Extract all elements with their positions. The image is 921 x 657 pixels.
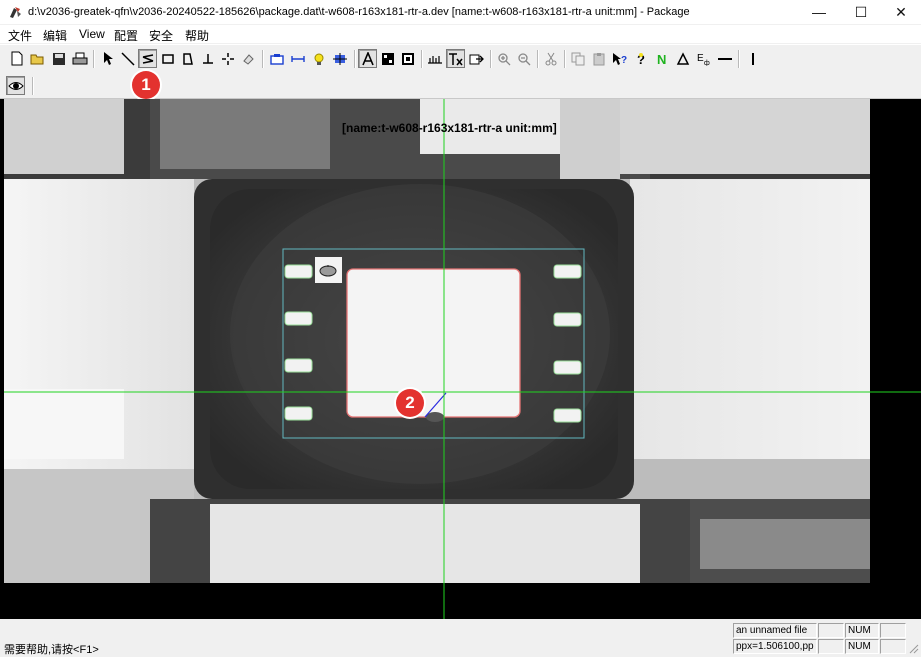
grid-pattern2-icon[interactable] xyxy=(398,49,417,68)
menu-bar: 文件 编辑 View 配置 安全 帮助 xyxy=(0,25,921,43)
e-sub-icon[interactable]: Eф xyxy=(694,49,713,68)
open-icon[interactable] xyxy=(28,49,47,68)
text-tx-icon[interactable] xyxy=(446,49,465,68)
help-icon[interactable]: ? xyxy=(631,49,650,68)
main-toolbar: ? ? N Eф xyxy=(0,44,921,75)
toolbar-separator xyxy=(564,50,566,68)
svg-text:ф: ф xyxy=(704,60,710,66)
line-tool-icon[interactable] xyxy=(118,49,137,68)
image-overlay-label: [name:t-w608-r163x181-rtr-a unit:mm] xyxy=(342,121,557,135)
toolbar-separator xyxy=(738,50,740,68)
select-arrow-icon[interactable] xyxy=(98,49,117,68)
grid-pattern-icon[interactable] xyxy=(378,49,397,68)
cut-icon[interactable] xyxy=(541,49,560,68)
paste-icon[interactable] xyxy=(589,49,608,68)
status-num-2: NUM xyxy=(845,639,879,654)
zoom-out-icon[interactable] xyxy=(514,49,533,68)
vertical-line-icon[interactable] xyxy=(743,49,762,68)
image-viewport[interactable]: [name:t-w608-r163x181-rtr-a unit:mm] 2 xyxy=(0,99,921,619)
level-icon[interactable] xyxy=(425,49,444,68)
camera-image[interactable]: [name:t-w608-r163x181-rtr-a unit:mm] xyxy=(0,99,921,619)
delta-icon[interactable] xyxy=(673,49,692,68)
toolbar-separator xyxy=(421,50,423,68)
app-icon xyxy=(10,7,21,18)
help-cursor-icon[interactable]: ? xyxy=(610,49,629,68)
status-file: an unnamed file xyxy=(733,623,817,638)
svg-text:?: ? xyxy=(621,55,627,66)
svg-text:N: N xyxy=(657,52,666,66)
measure-icon[interactable] xyxy=(288,49,307,68)
resize-grip-icon[interactable] xyxy=(907,642,919,654)
menu-edit[interactable]: 编辑 xyxy=(43,27,67,44)
minimize-button[interactable]: — xyxy=(798,0,840,24)
text-a-icon[interactable] xyxy=(358,49,377,68)
print-icon[interactable] xyxy=(70,49,89,68)
toolbar-separator xyxy=(262,50,264,68)
status-ppx: ppx=1.506100,pp xyxy=(733,639,817,654)
menu-security[interactable]: 安全 xyxy=(149,27,173,44)
annotation-marker-2: 2 xyxy=(396,389,424,417)
toolbar-separator xyxy=(537,50,539,68)
toolbar-separator xyxy=(32,77,34,95)
menu-help[interactable]: 帮助 xyxy=(185,27,209,44)
status-num-1: NUM xyxy=(845,623,879,638)
new-icon[interactable] xyxy=(7,49,26,68)
lead-tool-icon[interactable] xyxy=(178,49,197,68)
blob-icon[interactable] xyxy=(330,49,349,68)
toolbar-separator xyxy=(93,50,95,68)
light-icon[interactable] xyxy=(309,49,328,68)
eraser-icon[interactable] xyxy=(238,49,257,68)
horizontal-line-icon[interactable] xyxy=(715,49,734,68)
menu-config[interactable]: 配置 xyxy=(114,27,138,44)
status-empty-panel xyxy=(880,639,906,654)
window-title: d:\v2036-greatek-qfn\v2036-20240522-1856… xyxy=(28,6,690,18)
maximize-button[interactable]: ☐ xyxy=(840,0,882,24)
annotation-marker-1: 1 xyxy=(132,71,160,99)
status-bar: 需要帮助,请按<F1> an unnamed file NUM ppx=1.50… xyxy=(0,620,921,656)
save-icon[interactable] xyxy=(49,49,68,68)
toolbar-separator xyxy=(354,50,356,68)
n-letter-icon[interactable]: N xyxy=(652,49,671,68)
status-empty-panel xyxy=(818,623,844,638)
status-empty-panel xyxy=(818,639,844,654)
copy-icon[interactable] xyxy=(568,49,587,68)
status-empty-panel xyxy=(880,623,906,638)
close-button[interactable]: ✕ xyxy=(880,0,921,24)
baseline-tool-icon[interactable] xyxy=(198,49,217,68)
svg-text:E: E xyxy=(697,53,704,64)
polyline-tool-icon[interactable] xyxy=(138,49,157,68)
menu-file[interactable]: 文件 xyxy=(8,27,32,44)
crosshair-tool-icon[interactable] xyxy=(218,49,237,68)
title-bar: d:\v2036-greatek-qfn\v2036-20240522-1856… xyxy=(0,0,921,24)
toolbar-separator xyxy=(490,50,492,68)
export-icon[interactable] xyxy=(467,49,486,68)
menu-view[interactable]: View xyxy=(79,27,105,41)
camera-icon[interactable] xyxy=(267,49,286,68)
eye-icon[interactable] xyxy=(6,76,25,95)
rectangle-tool-icon[interactable] xyxy=(158,49,177,68)
zoom-in-icon[interactable] xyxy=(494,49,513,68)
